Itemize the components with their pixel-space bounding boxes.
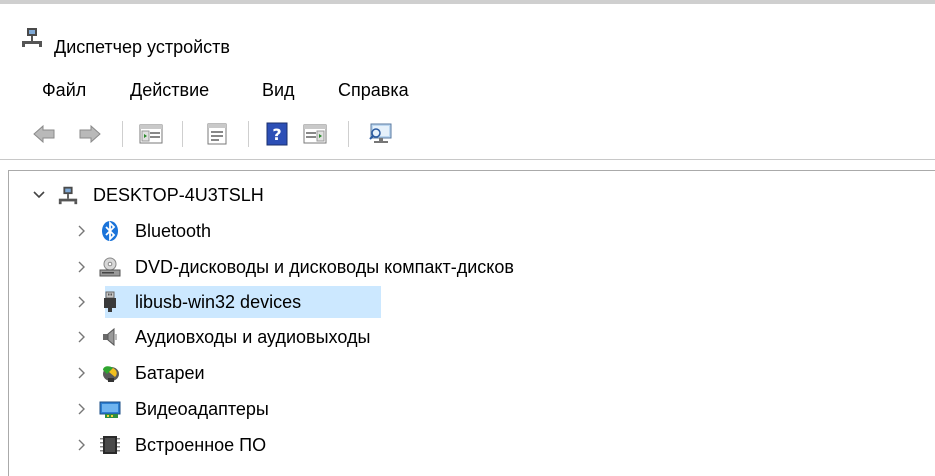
speaker-icon xyxy=(99,326,121,348)
chevron-right-icon[interactable] xyxy=(73,437,89,453)
computer-network-icon xyxy=(20,25,44,49)
tree-root-label: DESKTOP-4U3TSLH xyxy=(93,184,264,205)
chevron-right-icon[interactable] xyxy=(73,329,89,345)
forward-arrow-icon[interactable] xyxy=(76,121,102,147)
tree-item-label: libusb-win32 devices xyxy=(135,291,302,312)
window-title: Диспетчер устройств xyxy=(54,37,230,57)
tree-item-label: Батареи xyxy=(135,362,205,383)
tree-item-label: Bluetooth xyxy=(135,220,212,241)
computer-network-icon xyxy=(57,184,79,206)
scan-hardware-icon[interactable] xyxy=(368,121,394,147)
tree-item-bluetooth[interactable]: Bluetooth xyxy=(73,215,215,247)
battery-icon xyxy=(99,362,121,384)
firmware-chip-icon xyxy=(99,434,121,456)
tree-item-label: Видеоадаптеры xyxy=(135,398,269,419)
console-tree-icon[interactable] xyxy=(138,121,164,147)
tree-item-display-adapters[interactable]: Видеоадаптеры xyxy=(73,393,273,425)
chevron-right-icon[interactable] xyxy=(73,259,89,275)
toolbar-separator xyxy=(248,121,249,147)
chevron-right-icon[interactable] xyxy=(73,223,89,239)
bluetooth-icon xyxy=(99,220,121,242)
tree-item-firmware[interactable]: Встроенное ПО xyxy=(73,429,270,461)
menu-bar: Файл Действие Вид Справка xyxy=(0,70,935,110)
menu-file[interactable]: Файл xyxy=(38,78,90,103)
chevron-right-icon[interactable] xyxy=(73,365,89,381)
toolbar: ? xyxy=(0,114,935,154)
action-pane-icon[interactable] xyxy=(302,121,328,147)
chevron-right-icon[interactable] xyxy=(73,401,89,417)
chevron-right-icon[interactable] xyxy=(73,294,89,310)
toolbar-separator xyxy=(182,121,183,147)
toolbar-separator xyxy=(348,121,349,147)
menu-help[interactable]: Справка xyxy=(334,78,413,103)
tree-item-dvd[interactable]: DVD-дисководы и дисководы компакт-дисков xyxy=(73,251,518,283)
device-tree: DESKTOP-4U3TSLH Bluetooth DVD-дисководы … xyxy=(8,170,935,476)
help-icon[interactable]: ? xyxy=(264,121,290,147)
display-adapter-icon xyxy=(99,398,121,420)
tree-item-batteries[interactable]: Батареи xyxy=(73,357,209,389)
device-manager-window: Диспетчер устройств Файл Действие Вид Сп… xyxy=(0,0,935,476)
tree-item-label: Аудиовходы и аудиовыходы xyxy=(135,326,371,347)
menu-view[interactable]: Вид xyxy=(258,78,299,103)
toolbar-separator xyxy=(122,121,123,147)
toolbar-divider xyxy=(0,159,935,160)
menu-action[interactable]: Действие xyxy=(126,78,213,103)
tree-root[interactable]: DESKTOP-4U3TSLH xyxy=(31,179,268,211)
dvd-drive-icon xyxy=(99,256,121,278)
tree-item-label: DVD-дисководы и дисководы компакт-дисков xyxy=(135,256,514,277)
usb-plug-icon xyxy=(99,291,121,313)
back-arrow-icon[interactable] xyxy=(32,121,58,147)
svg-text:?: ? xyxy=(272,125,281,144)
properties-icon[interactable] xyxy=(204,121,230,147)
tree-item-libusb[interactable]: libusb-win32 devices xyxy=(73,286,305,318)
tree-item-label: Встроенное ПО xyxy=(135,434,267,455)
tree-item-audio[interactable]: Аудиовходы и аудиовыходы xyxy=(73,321,374,353)
title-bar: Диспетчер устройств xyxy=(0,8,935,62)
chevron-down-icon[interactable] xyxy=(31,187,47,203)
